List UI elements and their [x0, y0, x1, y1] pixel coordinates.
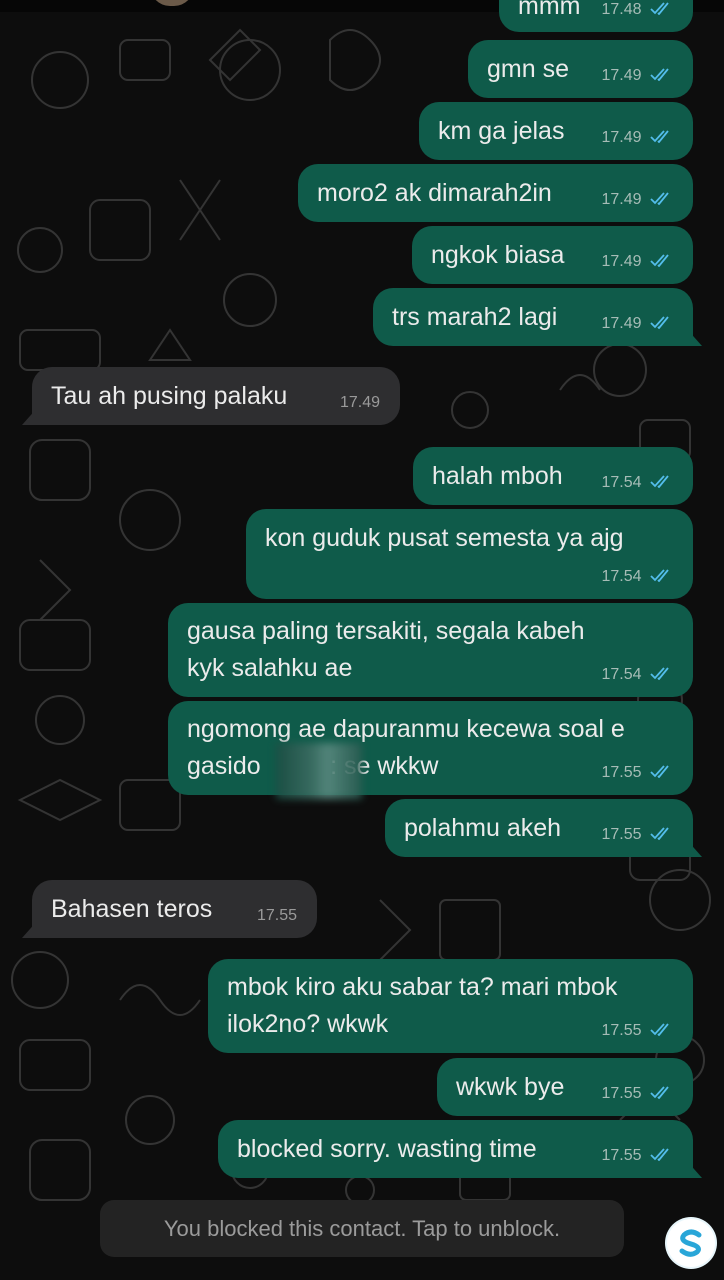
read-ticks-icon — [650, 475, 669, 488]
message-time: 17.55 — [601, 826, 642, 843]
blocked-contact-banner[interactable]: You blocked this contact. Tap to unblock… — [100, 1200, 624, 1257]
redacted-blur — [276, 743, 362, 799]
message-text: Bahasen teros — [51, 895, 213, 923]
message-time: 17.48 — [601, 1, 642, 18]
message-bubble-outgoing[interactable]: blocked sorry. wasting time 17.55 — [218, 1120, 693, 1178]
message-time: 17.54 — [601, 666, 642, 683]
message-time: 17.49 — [601, 129, 642, 146]
message-bubble-outgoing[interactable]: km ga jelas 17.49 — [419, 102, 693, 160]
message-text: gmn se — [487, 55, 569, 83]
s-logo-icon — [667, 1219, 715, 1267]
message-time: 17.55 — [601, 1022, 642, 1039]
bubble-tail — [22, 920, 38, 938]
message-text: mbok kiro aku sabar ta? mari mbok ilok2n… — [227, 973, 618, 1038]
message-bubble-outgoing[interactable]: wkwk bye 17.55 — [437, 1058, 693, 1116]
message-meta: 17.49 — [602, 190, 674, 210]
message-time: 17.49 — [601, 67, 642, 84]
message-time: 17.55 — [601, 1085, 642, 1102]
bubble-tail — [686, 328, 702, 346]
message-text: polahmu akeh — [404, 814, 562, 842]
message-meta: 17.48 — [602, 0, 674, 20]
read-ticks-icon — [650, 1086, 669, 1099]
message-text: ngkok biasa — [431, 241, 565, 269]
message-text: ngomong ae dapuranmu kecewa soal e gasid… — [187, 715, 625, 780]
message-bubble-outgoing[interactable]: trs marah2 lagi 17.49 — [373, 288, 693, 346]
message-bubble-outgoing[interactable]: moro2 ak dimarah2in 17.49 — [298, 164, 693, 222]
message-time: 17.55 — [601, 764, 642, 781]
bubble-tail — [686, 839, 702, 857]
read-ticks-icon — [650, 316, 669, 329]
read-ticks-icon — [650, 1023, 669, 1036]
read-ticks-icon — [650, 1148, 669, 1161]
message-meta: 17.49 — [602, 252, 674, 272]
message-bubble-outgoing[interactable]: gmn se 17.49 — [468, 40, 693, 98]
message-meta: 17.49 — [602, 314, 674, 334]
message-text: Tau ah pusing palaku — [51, 382, 288, 410]
message-time: 17.49 — [601, 253, 642, 270]
message-time: 17.55 — [256, 907, 297, 924]
message-list[interactable]: mmm 17.48 gmn se 17.49 km ga jelas 17.49… — [0, 0, 724, 1280]
message-meta: 17.55 — [602, 1146, 674, 1166]
read-ticks-icon — [650, 192, 669, 205]
read-ticks-icon — [650, 765, 669, 778]
message-meta: 17.49 — [602, 128, 674, 148]
message-bubble-outgoing[interactable]: gausa paling tersakiti, segala kabeh kyk… — [168, 603, 693, 697]
message-bubble-outgoing[interactable]: ngkok biasa 17.49 — [412, 226, 693, 284]
s-logo-glyph — [674, 1226, 708, 1260]
message-meta: 17.55 — [602, 763, 674, 783]
message-meta: 17.55 — [602, 825, 674, 845]
message-meta: 17.55 — [257, 906, 297, 926]
message-bubble-outgoing[interactable]: mbok kiro aku sabar ta? mari mbok ilok2n… — [208, 959, 693, 1053]
message-meta: 17.54 — [602, 665, 674, 685]
message-text: gausa paling tersakiti, segala kabeh kyk… — [187, 617, 585, 682]
read-ticks-icon — [650, 130, 669, 143]
message-text: halah mboh — [432, 462, 563, 490]
bubble-tail — [22, 407, 38, 425]
bubble-tail — [686, 1160, 702, 1178]
message-time: 17.49 — [601, 315, 642, 332]
message-time: 17.49 — [601, 191, 642, 208]
message-text: km ga jelas — [438, 117, 565, 145]
message-bubble-incoming[interactable]: Bahasen teros 17.55 — [32, 880, 317, 938]
message-text: mmm — [518, 0, 581, 20]
read-ticks-icon — [650, 254, 669, 267]
message-bubble-incoming[interactable]: Tau ah pusing palaku 17.49 — [32, 367, 400, 425]
read-ticks-icon — [650, 667, 669, 680]
message-time: 17.55 — [601, 1147, 642, 1164]
message-meta: 17.55 — [602, 1084, 674, 1104]
message-time: 17.54 — [601, 568, 642, 585]
message-text: kon guduk pusat semesta ya ajg — [265, 524, 624, 552]
message-meta: 17.54 — [602, 567, 674, 587]
message-text: moro2 ak dimarah2in — [317, 179, 552, 207]
message-meta: 17.55 — [602, 1021, 674, 1041]
message-text: wkwk bye — [456, 1073, 565, 1101]
read-ticks-icon — [650, 68, 669, 81]
message-time: 17.49 — [339, 394, 380, 411]
message-bubble-outgoing[interactable]: kon guduk pusat semesta ya ajg 17.54 — [246, 509, 693, 599]
message-bubble-partial[interactable]: mmm 17.48 — [499, 0, 693, 32]
message-time: 17.54 — [601, 474, 642, 491]
message-meta: 17.54 — [602, 473, 674, 493]
message-meta: 17.49 — [340, 393, 380, 413]
read-ticks-icon — [650, 2, 669, 15]
message-text: trs marah2 lagi — [392, 303, 558, 331]
read-ticks-icon — [650, 569, 669, 582]
message-bubble-outgoing[interactable]: halah mboh 17.54 — [413, 447, 693, 505]
message-meta: 17.49 — [602, 66, 674, 86]
message-text: blocked sorry. wasting time — [237, 1135, 537, 1163]
message-bubble-outgoing[interactable]: ngomong ae dapuranmu kecewa soal e gasid… — [168, 701, 693, 795]
read-ticks-icon — [650, 827, 669, 840]
message-bubble-outgoing[interactable]: polahmu akeh 17.55 — [385, 799, 693, 857]
